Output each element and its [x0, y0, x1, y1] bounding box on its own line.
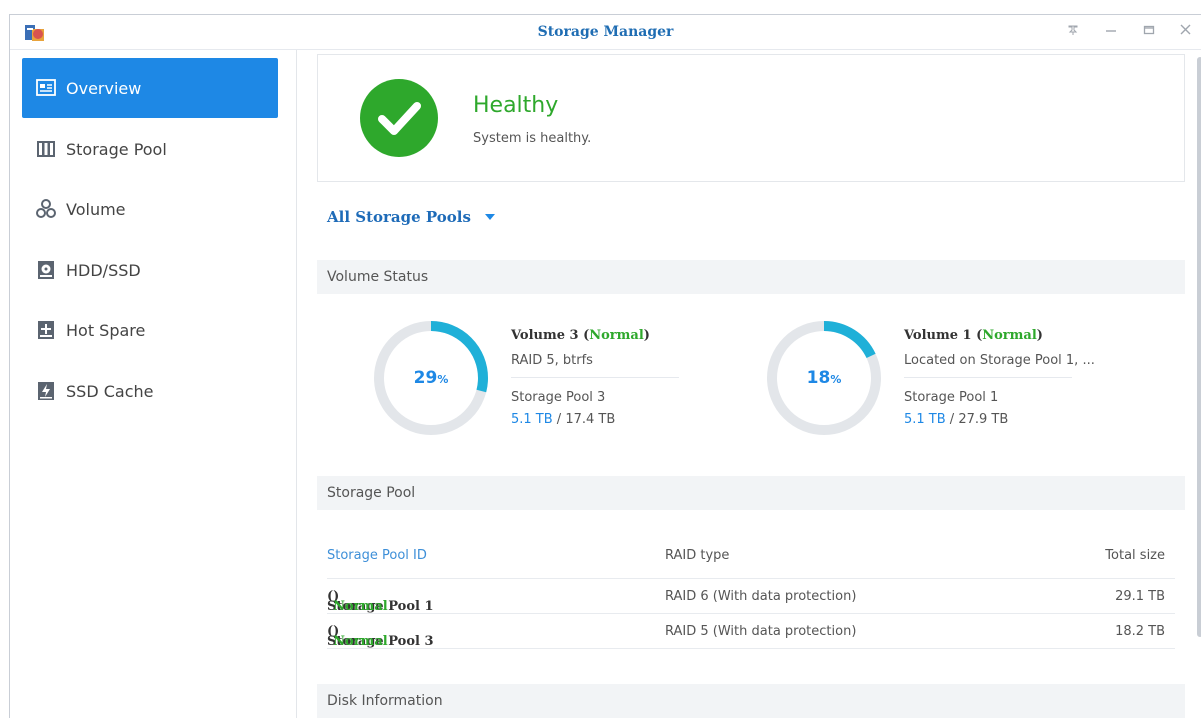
- title-bar: Storage Manager: [10, 15, 1201, 50]
- storage-pool-header: Storage Pool: [317, 476, 1185, 510]
- column-header-id[interactable]: Storage Pool ID: [327, 548, 427, 563]
- pin-icon[interactable]: [1064, 23, 1082, 41]
- volume-usage: 5.1 TB / 27.9 TB: [904, 412, 1009, 427]
- volume-status-header: Volume Status: [317, 260, 1185, 294]
- ssd-cache-icon: [38, 382, 54, 400]
- column-header-raid[interactable]: RAID type: [665, 548, 729, 563]
- pool-id: Storage Pool 1 (Normal): [327, 589, 434, 614]
- storage-manager-window: Storage Manager Overview Storage Pool Vo…: [9, 14, 1201, 718]
- volume-icon: [36, 199, 56, 218]
- volume-name: Volume 3 (Normal): [511, 328, 650, 343]
- hot-spare-icon: [38, 321, 54, 339]
- volume-pool: Storage Pool 3: [511, 390, 606, 405]
- storage-pool-icon: [37, 141, 55, 157]
- maximize-icon[interactable]: [1140, 23, 1158, 41]
- vertical-scrollbar[interactable]: [1197, 57, 1201, 637]
- sidebar-item-label: HDD/SSD: [66, 260, 141, 280]
- sidebar-item-hot-spare[interactable]: Hot Spare: [22, 300, 278, 360]
- sidebar-item-ssd-cache[interactable]: SSD Cache: [22, 361, 278, 421]
- sidebar-item-overview[interactable]: Overview: [22, 58, 278, 118]
- table-row[interactable]: Storage Pool 1 (Normal) RAID 6 (With dat…: [327, 579, 1175, 614]
- storage-pool-table: Storage Pool ID RAID type Total size Sto…: [327, 533, 1175, 649]
- close-icon[interactable]: [1176, 23, 1194, 41]
- health-status: Healthy: [473, 93, 559, 118]
- pool-id: Storage Pool 3 (Normal): [327, 624, 434, 649]
- window-title: Storage Manager: [537, 24, 674, 40]
- volume-status: Normal: [589, 328, 644, 343]
- table-row[interactable]: Storage Pool 3 (Normal) RAID 5 (With dat…: [327, 614, 1175, 649]
- health-message: System is healthy.: [473, 131, 592, 146]
- volume-name: Volume 1 (Normal): [904, 328, 1043, 343]
- pool-total-size: 18.2 TB: [1115, 624, 1165, 639]
- table-header-row: Storage Pool ID RAID type Total size: [327, 533, 1175, 579]
- pool-raid-type: RAID 5 (With data protection): [665, 624, 857, 639]
- volume-description: RAID 5, btrfs: [511, 353, 593, 368]
- divider: [511, 377, 679, 378]
- pool-raid-type: RAID 6 (With data protection): [665, 589, 857, 604]
- divider: [904, 377, 1072, 378]
- volume-description: Located on Storage Pool 1, ...: [904, 353, 1095, 368]
- main-content: Healthy System is healthy. All Storage P…: [305, 50, 1185, 718]
- filter-label: All Storage Pools: [327, 208, 471, 226]
- chevron-down-icon: [484, 214, 495, 220]
- usage-percent: 29%: [413, 368, 449, 388]
- usage-percent: 18%: [806, 368, 842, 388]
- sidebar-item-label: SSD Cache: [66, 381, 154, 401]
- sidebar-item-label: Volume: [66, 199, 126, 219]
- sidebar-item-storage-pool[interactable]: Storage Pool: [22, 119, 278, 179]
- checkmark-icon: [360, 79, 438, 157]
- volume-card[interactable]: 29% Volume 3 (Normal) RAID 5, btrfs Stor…: [371, 318, 751, 438]
- column-header-size[interactable]: Total size: [1105, 548, 1165, 563]
- hdd-icon: [38, 261, 54, 279]
- volume-pool: Storage Pool 1: [904, 390, 999, 405]
- sidebar-item-label: Storage Pool: [66, 139, 167, 159]
- disk-information-header: Disk Information: [317, 684, 1185, 718]
- health-card: Healthy System is healthy.: [317, 54, 1185, 182]
- sidebar-item-label: Overview: [66, 78, 142, 98]
- storage-pools-filter-dropdown[interactable]: All Storage Pools: [327, 208, 495, 226]
- sidebar-item-hdd-ssd[interactable]: HDD/SSD: [22, 240, 278, 300]
- overview-icon: [36, 79, 56, 96]
- sidebar: Overview Storage Pool Volume HDD/SSD Hot…: [10, 50, 297, 718]
- volume-status: Normal: [982, 328, 1037, 343]
- sidebar-item-volume[interactable]: Volume: [22, 179, 278, 239]
- minimize-icon[interactable]: [1102, 23, 1120, 41]
- volume-card[interactable]: 18% Volume 1 (Normal) Located on Storage…: [764, 318, 1144, 438]
- sidebar-item-label: Hot Spare: [66, 320, 146, 340]
- volume-usage: 5.1 TB / 17.4 TB: [511, 412, 616, 427]
- pool-total-size: 29.1 TB: [1115, 589, 1165, 604]
